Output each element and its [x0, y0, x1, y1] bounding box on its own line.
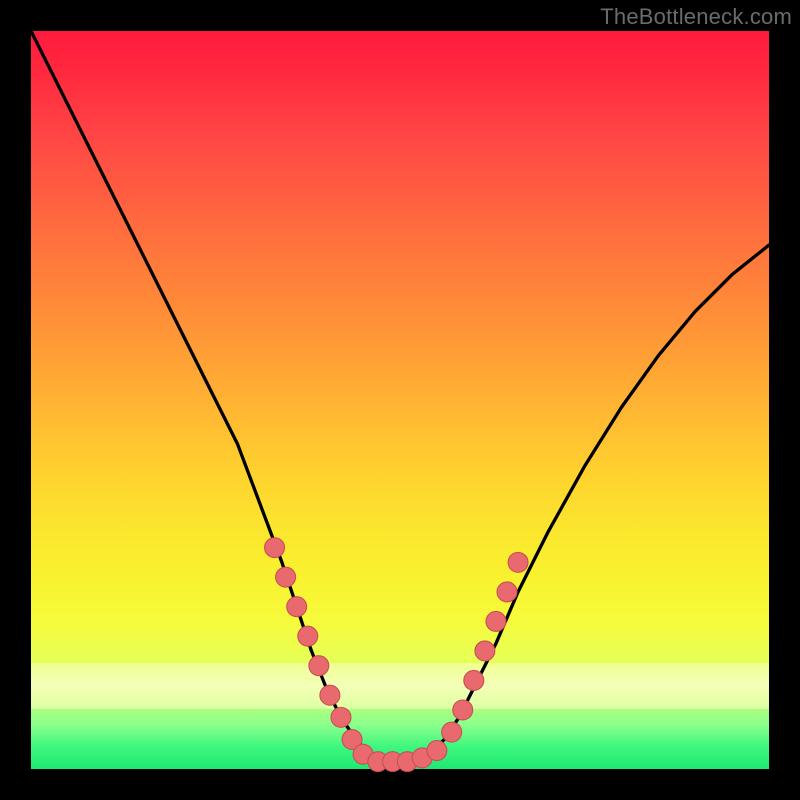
curve-marker	[464, 670, 484, 690]
curve-marker	[331, 707, 351, 727]
bottleneck-curve-svg	[31, 31, 769, 769]
chart-frame: TheBottleneck.com	[0, 0, 800, 800]
bottleneck-curve-path	[31, 31, 769, 762]
curve-marker	[442, 722, 462, 742]
curve-marker	[475, 641, 495, 661]
curve-marker	[497, 582, 517, 602]
curve-markers	[265, 538, 528, 772]
plot-area	[31, 31, 769, 769]
watermark-text: TheBottleneck.com	[600, 4, 792, 30]
curve-marker	[265, 538, 285, 558]
curve-marker	[320, 685, 340, 705]
curve-marker	[508, 552, 528, 572]
curve-marker	[276, 567, 296, 587]
curve-marker	[298, 626, 318, 646]
curve-marker	[427, 741, 447, 761]
curve-marker	[309, 656, 329, 676]
curve-marker	[486, 611, 506, 631]
curve-marker	[453, 700, 473, 720]
curve-marker	[287, 597, 307, 617]
